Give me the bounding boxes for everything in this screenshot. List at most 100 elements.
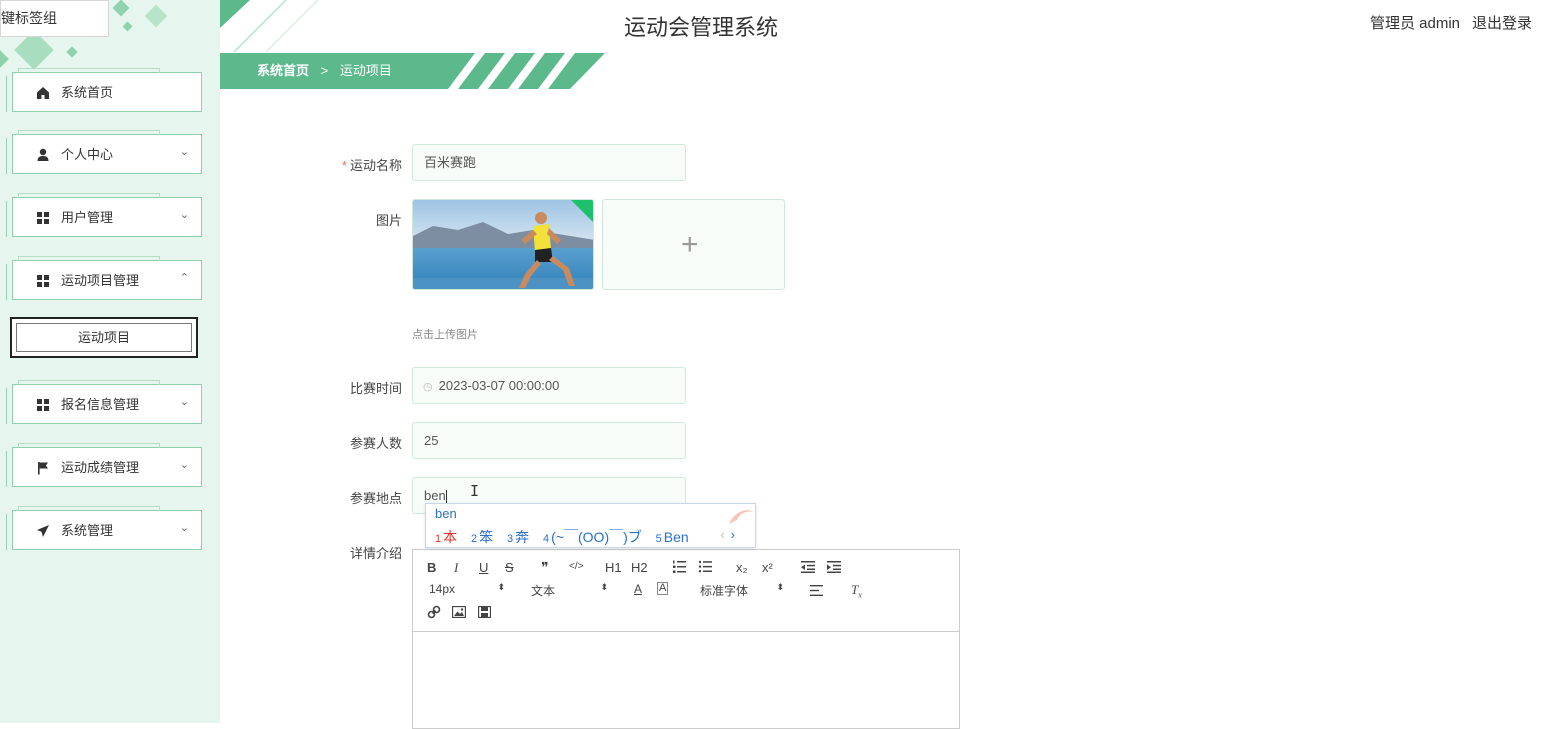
- required-mark: *: [341, 158, 347, 173]
- place-value: ben: [424, 488, 446, 503]
- video-icon[interactable]: [478, 606, 491, 618]
- ibeam-cursor-icon: I: [470, 482, 480, 500]
- clear-format-icon[interactable]: Tx: [851, 582, 862, 600]
- candidate-text: 本: [443, 529, 458, 545]
- sidebar-item-results-management[interactable]: 运动成绩管理 ⌄: [12, 443, 202, 487]
- sidebar: 键标签组 系统首页 个人中心 ⌄ 用户管理 ⌄ 运动项目管理 ⌃ 运动项目 报名…: [0, 0, 220, 723]
- ime-candidate[interactable]: 1本: [435, 527, 457, 547]
- italic-button[interactable]: I: [454, 560, 458, 576]
- ime-candidates: 1本 2笨 3奔 4 (~￣(OO)￣)ブ 5 Ben: [435, 527, 699, 547]
- upload-image-button[interactable]: +: [602, 199, 785, 290]
- logout-link[interactable]: 退出登录: [1472, 12, 1532, 33]
- time-input[interactable]: ◷ 2023-03-07 00:00:00: [412, 367, 686, 404]
- image-label: 图片: [375, 213, 402, 228]
- subscript-button[interactable]: x₂: [736, 560, 748, 575]
- rich-text-editor[interactable]: B I U S ❞ </> H1 H2 x₂ x² 14px ⬍ 文本 ⬍ A …: [412, 549, 960, 729]
- ime-candidate[interactable]: 5 Ben: [656, 529, 689, 545]
- font-family-value: 标准字体: [700, 584, 749, 598]
- chevron-up-icon: ⌃: [179, 272, 189, 284]
- sidebar-subitem-sport-events[interactable]: 运动项目: [10, 317, 198, 358]
- name-label: * 运动名称: [302, 155, 402, 174]
- editor-toolbar: B I U S ❞ </> H1 H2 x₂ x² 14px ⬍ 文本 ⬍ A …: [413, 550, 959, 632]
- candidate-text: Ben: [663, 529, 689, 545]
- chevron-down-icon: ⌄: [179, 522, 189, 534]
- upload-hint: 点击上传图片: [412, 329, 478, 341]
- link-icon[interactable]: [427, 605, 441, 619]
- candidate-number: 3: [507, 533, 514, 545]
- breadcrumb-separator: >: [320, 63, 329, 78]
- background-color-icon[interactable]: A: [657, 582, 669, 595]
- quote-button[interactable]: ❞: [541, 559, 549, 576]
- ime-candidate[interactable]: 2笨: [471, 527, 493, 547]
- decoration-tile: [0, 49, 9, 69]
- place-label: 参赛地点: [349, 491, 402, 506]
- flag-icon: [38, 462, 48, 475]
- time-label: 比赛时间: [349, 381, 402, 396]
- font-family-select[interactable]: 标准字体 ⬍: [700, 582, 784, 599]
- chevron-down-icon: ⌄: [179, 146, 189, 158]
- sidebar-item-user-management[interactable]: 用户管理 ⌄: [12, 193, 202, 237]
- strike-button[interactable]: S: [505, 560, 514, 575]
- candidate-number: 5: [655, 533, 662, 545]
- font-color-icon[interactable]: A: [634, 582, 642, 596]
- breadcrumb-current: 运动项目: [339, 63, 392, 78]
- sidebar-item-label: 运动成绩管理: [61, 460, 140, 475]
- code-button[interactable]: </>: [569, 561, 583, 572]
- uploaded-image[interactable]: [412, 199, 594, 290]
- ime-prev-icon[interactable]: ‹: [720, 527, 724, 542]
- bullet-list-icon[interactable]: [698, 560, 712, 573]
- ime-candidate-popup: ben 1本 2笨 3奔 4 (~￣(OO)￣)ブ 5 Ben ‹ ›: [425, 503, 756, 548]
- chevron-down-icon: ⌄: [179, 459, 189, 471]
- sidebar-item-home[interactable]: 系统首页: [12, 68, 202, 112]
- sidebar-item-label: 系统首页: [61, 85, 114, 100]
- detail-label: 详情介绍: [349, 546, 402, 561]
- sidebar-item-label: 系统管理: [61, 523, 114, 538]
- sidebar-item-label: 运动项目管理: [61, 273, 140, 288]
- user-icon: [37, 148, 49, 161]
- sidebar-item-sport-event-management[interactable]: 运动项目管理 ⌃: [12, 256, 202, 300]
- decoration-tile: [144, 4, 168, 28]
- font-size-value: 14px: [429, 582, 456, 596]
- image-icon[interactable]: [452, 606, 466, 618]
- home-icon: [37, 87, 49, 99]
- h2-button[interactable]: H2: [631, 560, 648, 575]
- sidebar-item-personal-center[interactable]: 个人中心 ⌄: [12, 130, 202, 174]
- ordered-list-icon[interactable]: [672, 560, 686, 573]
- candidate-text: 笨: [479, 529, 494, 545]
- grid-icon: [37, 399, 49, 411]
- decoration-tile: [66, 46, 78, 58]
- text-type-select[interactable]: 文本 ⬍: [531, 582, 608, 599]
- time-value: 2023-03-07 00:00:00: [438, 378, 560, 393]
- align-icon[interactable]: [810, 585, 823, 596]
- updown-icon: ⬍: [600, 582, 608, 592]
- runner-photo: [413, 200, 593, 289]
- header-decoration: [220, 0, 319, 52]
- breadcrumb: 系统首页 > 运动项目: [257, 63, 392, 79]
- outdent-icon[interactable]: [801, 560, 815, 573]
- count-input[interactable]: 25: [412, 422, 686, 459]
- indent-icon[interactable]: [827, 560, 841, 573]
- superscript-button[interactable]: x²: [762, 560, 773, 575]
- chevron-down-icon: ⌄: [179, 396, 189, 408]
- sidebar-item-registration-management[interactable]: 报名信息管理 ⌄: [12, 380, 202, 424]
- ime-next-icon[interactable]: ›: [731, 527, 735, 542]
- updown-icon: ⬍: [776, 582, 784, 592]
- breadcrumb-home[interactable]: 系统首页: [257, 63, 309, 79]
- h1-button[interactable]: H1: [605, 560, 622, 575]
- clock-icon: ◷: [423, 381, 433, 393]
- name-input[interactable]: 百米赛跑: [412, 144, 686, 181]
- candidate-text: (~￣(OO)￣)ブ: [551, 529, 642, 545]
- ime-candidate[interactable]: 3奔: [507, 527, 529, 547]
- underline-button[interactable]: U: [479, 560, 488, 575]
- decoration-tile: [122, 21, 133, 32]
- grid-icon: [37, 275, 49, 287]
- font-size-select[interactable]: 14px ⬍: [429, 582, 505, 596]
- send-icon: [37, 525, 49, 537]
- sidebar-item-label: 报名信息管理: [61, 397, 140, 412]
- candidate-text: 奔: [515, 529, 530, 545]
- updown-icon: ⬍: [497, 582, 505, 592]
- bold-button[interactable]: B: [427, 560, 436, 575]
- decoration-tile: [112, 0, 130, 17]
- sidebar-item-system-management[interactable]: 系统管理 ⌄: [12, 506, 202, 550]
- ime-candidate[interactable]: 4 (~￣(OO)￣)ブ: [543, 527, 642, 547]
